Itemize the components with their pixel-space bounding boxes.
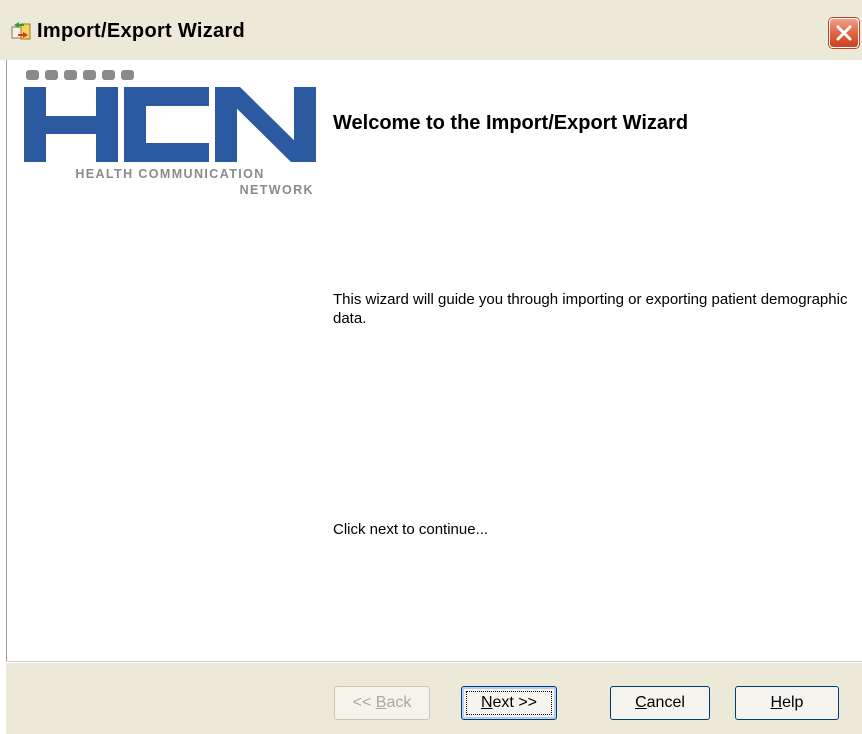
window-title: Import/Export Wizard bbox=[37, 20, 246, 42]
svg-text:NETWORK: NETWORK bbox=[240, 183, 314, 197]
svg-text:HEALTH COMMUNICATION: HEALTH COMMUNICATION bbox=[75, 167, 264, 181]
cancel-button[interactable]: Cancel bbox=[610, 686, 710, 720]
hcn-logo: HEALTH COMMUNICATION NETWORK bbox=[24, 66, 316, 198]
close-icon bbox=[836, 25, 852, 41]
next-button[interactable]: Next >> bbox=[461, 686, 557, 720]
button-bar bbox=[6, 662, 862, 734]
close-button[interactable] bbox=[829, 18, 859, 48]
import-export-app-icon bbox=[10, 21, 32, 43]
cancel-button-label: Cancel bbox=[635, 694, 685, 711]
wizard-description: This wizard will guide you through impor… bbox=[333, 291, 848, 327]
back-button-label: << Back bbox=[352, 694, 412, 711]
continue-hint: Click next to continue... bbox=[333, 521, 489, 538]
title-bar[interactable]: Import/Export Wizard bbox=[0, 0, 862, 60]
help-button-label: Help bbox=[770, 694, 804, 711]
back-button[interactable]: << Back bbox=[334, 686, 430, 720]
help-button[interactable]: Help bbox=[735, 686, 839, 720]
welcome-heading: Welcome to the Import/Export Wizard bbox=[333, 112, 689, 134]
next-button-label: Next >> bbox=[465, 691, 553, 715]
